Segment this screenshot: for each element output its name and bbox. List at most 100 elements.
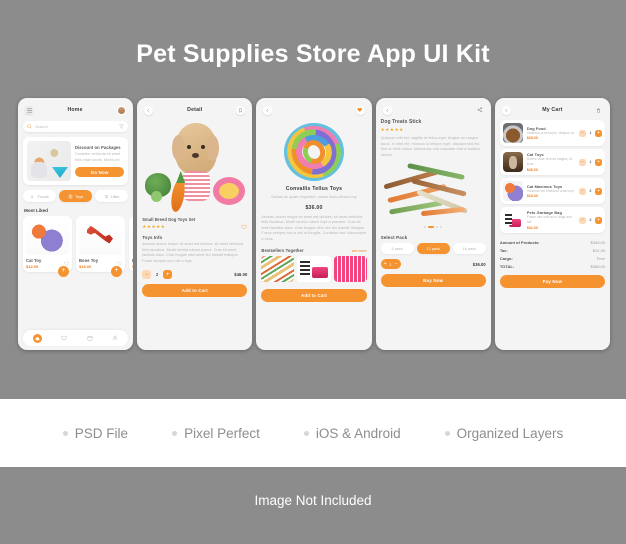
bestseller-thumb[interactable]	[297, 256, 331, 283]
see-more-link[interactable]: see more	[352, 249, 367, 253]
cart-item-desc: Fusce sed velit arcu dogs and cat	[526, 215, 573, 224]
quantity-decrease-button[interactable]: −	[579, 216, 587, 224]
home-icon[interactable]	[32, 333, 42, 343]
feature-label: iOS & Android	[315, 425, 401, 441]
bestseller-thumb[interactable]	[261, 256, 295, 283]
image-pagination-dots[interactable]	[381, 226, 486, 229]
quantity-value: 1	[589, 131, 592, 135]
heart-icon[interactable]	[61, 335, 68, 341]
promo-banner[interactable]: Discount on Packages Curabitur vehicula …	[23, 137, 129, 185]
promo-go-now-button[interactable]: Go Now	[75, 167, 125, 178]
cart-item[interactable]: Cat Toys Donec vitae viverra magna, id e…	[499, 149, 606, 175]
treats-description: Quisque velit est, sagittis at tellus eg…	[380, 136, 481, 157]
quantity-increase-button[interactable]: +	[384, 261, 387, 267]
product-subtitle: Nullam ac quam imperdiet, varius risus u…	[271, 195, 357, 199]
bestseller-thumb[interactable]	[333, 256, 367, 283]
add-to-cart-button[interactable]: +	[58, 266, 69, 277]
cart-quantity-stepper[interactable]: − 1 +	[579, 129, 603, 137]
trash-icon[interactable]	[594, 106, 603, 115]
product-image	[132, 219, 134, 255]
cart-item-image	[502, 210, 523, 230]
treats-header	[381, 103, 486, 117]
pay-now-button[interactable]: Pay Now	[499, 275, 606, 288]
feature-psd-file: PSD File	[62, 425, 129, 441]
dot[interactable]	[440, 226, 443, 229]
category-chip-foods[interactable]: Foods	[23, 190, 57, 202]
avatar-icon[interactable]	[117, 105, 127, 115]
litter-icon	[104, 194, 108, 198]
bag-icon[interactable]	[87, 335, 93, 341]
heart-filled-icon[interactable]	[355, 105, 365, 115]
detail-title: Detail	[187, 107, 203, 113]
add-to-cart-button[interactable]: Add to Cart	[261, 289, 367, 303]
cart-quantity-stepper[interactable]: − 1 +	[579, 158, 603, 166]
person-icon[interactable]	[112, 335, 118, 341]
quantity-increase-button[interactable]: +	[595, 158, 603, 166]
cart-item[interactable]: Dog Food Vivamus urna turpis, tempus at …	[499, 120, 606, 146]
dot[interactable]	[424, 226, 427, 229]
dot[interactable]	[436, 226, 439, 229]
dot-active[interactable]	[428, 226, 435, 229]
quantity-stepper[interactable]: − 2 +	[142, 270, 173, 280]
hamburger-icon[interactable]	[25, 106, 33, 114]
product-image	[79, 219, 122, 255]
pack-options: 9 pack 12 pack 16 pack	[380, 243, 486, 255]
feature-label: Organized Layers	[456, 425, 564, 441]
category-chip-toys[interactable]: Toys	[59, 190, 93, 202]
ui-kit-presentation: Pet Supplies Store App UI Kit Home Searc…	[0, 0, 626, 544]
share-icon[interactable]	[475, 106, 484, 115]
quantity-value: 2	[156, 272, 159, 278]
summary-label: TOTAL:	[499, 264, 515, 269]
quantity-decrease-button[interactable]: −	[579, 158, 587, 166]
detail-rating: ★★★★★	[142, 224, 166, 229]
cart-item[interactable]: Pets Garbage Bag Fusce sed velit arcu do…	[499, 207, 606, 233]
quantity-decrease-button[interactable]: −	[395, 261, 398, 267]
cart-item-price: $32.00	[526, 225, 538, 230]
quantity-decrease-button[interactable]: −	[142, 270, 152, 280]
heart-outline-icon[interactable]	[241, 224, 248, 230]
product-name: Bone Toy	[79, 258, 99, 263]
category-chip-litter[interactable]: Litter	[95, 190, 129, 202]
quantity-increase-button[interactable]: +	[595, 129, 603, 137]
quantity-decrease-button[interactable]: −	[579, 187, 587, 195]
quantity-value: 1	[389, 261, 392, 267]
buy-now-button[interactable]: Buy Now	[380, 274, 486, 288]
detail-header: Detail	[142, 103, 247, 117]
pack-option-16[interactable]: 16 pack	[452, 243, 486, 255]
feature-organized-layers: Organized Layers	[444, 425, 564, 441]
search-input[interactable]: Search	[23, 121, 129, 132]
home-header: Home	[23, 103, 128, 117]
cart-quantity-stepper[interactable]: − 2 +	[579, 187, 603, 195]
add-to-cart-button[interactable]: Add to Cart	[142, 284, 248, 298]
screen-detail: Detail Small Breed Dog Toys Set ★★★★★ To…	[137, 98, 253, 350]
product-name: Convallis Tellus Toys	[285, 186, 343, 192]
quantity-increase-button[interactable]: +	[595, 187, 603, 195]
cart-item-image	[502, 123, 523, 143]
pack-option-12[interactable]: 12 pack	[416, 243, 450, 255]
back-arrow-icon[interactable]	[501, 105, 511, 115]
back-arrow-icon[interactable]	[382, 105, 392, 115]
product-image	[26, 219, 69, 255]
feature-label: PSD File	[74, 425, 129, 441]
back-arrow-icon[interactable]	[144, 105, 154, 115]
product-card[interactable]: Kitten Toy $22.00 +	[129, 216, 134, 272]
cart-item[interactable]: Cat Maximus Toys Vivamus vel tincidunt u…	[499, 178, 606, 204]
bookmark-icon[interactable]	[236, 105, 246, 115]
quantity-stepper[interactable]: + 1 −	[380, 259, 401, 270]
cart-quantity-stepper[interactable]: − 2 +	[579, 216, 603, 224]
pack-option-9[interactable]: 9 pack	[380, 243, 414, 255]
quantity-decrease-button[interactable]: −	[579, 129, 587, 137]
product-card[interactable]: Cat Toy $12.00 +	[23, 216, 72, 277]
product-card[interactable]: Bone Toy $18.00 +	[76, 216, 125, 277]
quantity-value: 2	[589, 218, 592, 222]
cart-item-image	[502, 152, 523, 172]
back-arrow-icon[interactable]	[263, 105, 273, 115]
category-label: Toys	[74, 193, 84, 199]
bullet-icon	[303, 430, 309, 436]
search-icon	[27, 124, 32, 129]
summary-row: Tax: $12.00	[500, 248, 605, 253]
cart-item-price: $18.00	[526, 194, 538, 199]
quantity-increase-button[interactable]: +	[163, 270, 173, 280]
quantity-increase-button[interactable]: +	[595, 216, 603, 224]
add-to-cart-button[interactable]: +	[111, 266, 122, 277]
